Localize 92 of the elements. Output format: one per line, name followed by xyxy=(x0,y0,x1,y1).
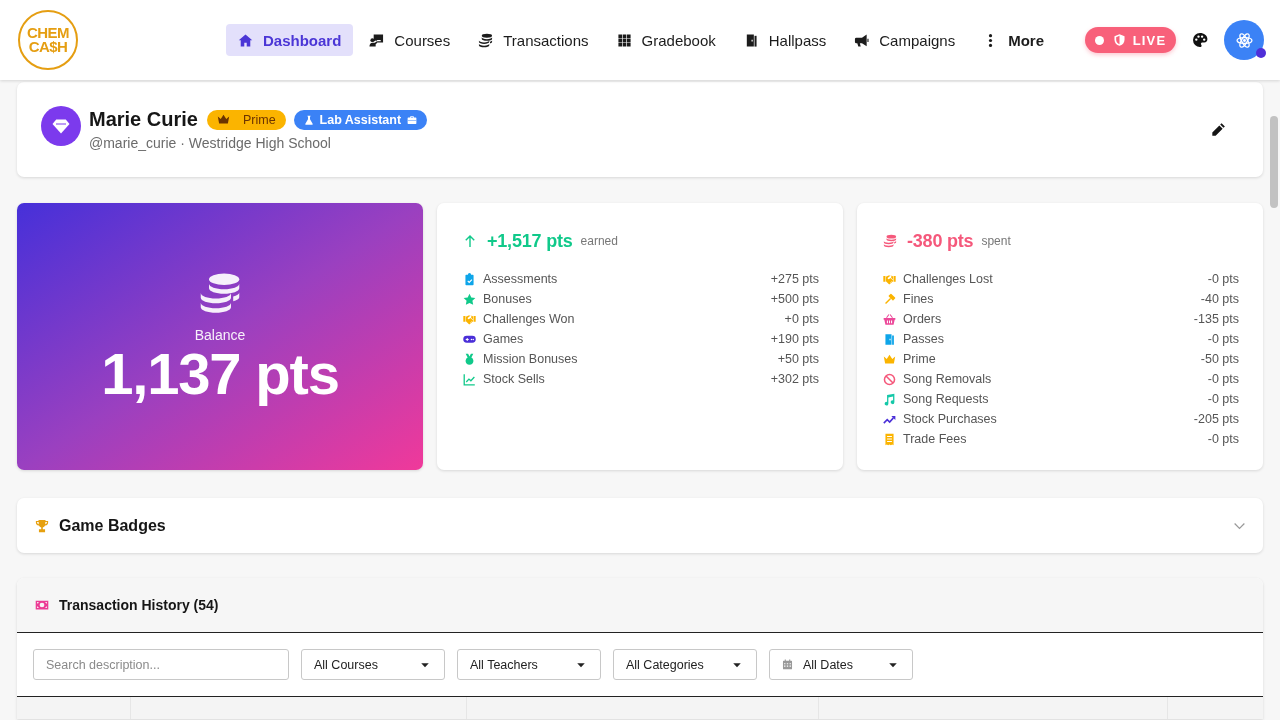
atom-icon xyxy=(1235,31,1253,49)
chalkboard-icon xyxy=(369,32,385,48)
nav-link[interactable]: Hallpass xyxy=(731,24,839,56)
points-value: -50 pts xyxy=(1200,352,1239,366)
spent-caption: spent xyxy=(981,234,1011,248)
nav-link[interactable]: Courses xyxy=(357,24,463,56)
clipboard-icon xyxy=(463,272,476,286)
earned-total: +1,517 pts xyxy=(487,230,573,252)
filter-dropdown[interactable]: All Categories xyxy=(613,649,757,680)
scrollbar-thumb[interactable] xyxy=(1270,116,1278,208)
basket-icon xyxy=(883,312,896,326)
edit-button[interactable] xyxy=(1211,121,1227,138)
balance-amount: 1,137 pts xyxy=(101,342,339,405)
coins-icon xyxy=(478,32,494,48)
prime-badge: Prime xyxy=(206,109,286,130)
door-icon xyxy=(883,332,896,346)
crown-icon xyxy=(216,113,230,126)
arrow-up-icon xyxy=(463,234,477,248)
receipt-icon xyxy=(883,432,896,446)
nav-link[interactable]: Gradebook xyxy=(604,24,728,56)
category-label: Orders xyxy=(903,312,943,326)
settings-button[interactable] xyxy=(1224,20,1264,60)
points-value: -135 pts xyxy=(1193,312,1239,326)
category-label: Challenges Lost xyxy=(903,272,994,286)
briefcase-icon xyxy=(407,114,418,125)
line-chart-icon xyxy=(463,372,476,386)
category-label: Song Removals xyxy=(903,372,993,386)
dot-icon xyxy=(1094,35,1104,45)
filter-dropdown[interactable]: All Teachers xyxy=(457,649,601,680)
category-label: Challenges Won xyxy=(483,312,576,326)
category-label: Trade Fees xyxy=(903,432,968,446)
star-icon xyxy=(463,292,476,306)
profile-name: Marie Curie xyxy=(89,108,198,131)
category-label: Fines xyxy=(903,292,935,306)
category-label: Assessments xyxy=(483,272,559,286)
pencil-icon xyxy=(1211,121,1226,137)
grid-icon xyxy=(616,32,632,48)
spent-total: -380 pts xyxy=(907,230,974,252)
nav-link[interactable]: Campaigns xyxy=(842,24,968,56)
accordion-header[interactable]: Game Badges xyxy=(17,498,1263,553)
crown-icon xyxy=(883,352,896,366)
points-value: -0 pts xyxy=(1207,432,1239,446)
date-filter-dropdown[interactable]: All Dates xyxy=(769,649,913,680)
balance-label: Balance xyxy=(194,326,246,343)
gem-avatar-icon xyxy=(41,105,81,146)
points-value: -0 pts xyxy=(1207,372,1239,386)
trophy-icon xyxy=(35,518,49,533)
role-badge: Lab Assistant xyxy=(293,109,428,130)
section-title: Game Badges xyxy=(59,516,167,535)
coins-icon xyxy=(883,234,897,248)
more-menu-button[interactable]: More xyxy=(971,24,1056,56)
section-title: Transaction History (54) xyxy=(59,597,220,613)
ban-icon xyxy=(883,372,896,386)
category-label: Mission Bonuses xyxy=(483,352,579,366)
status-dot-icon xyxy=(1256,48,1266,58)
points-value: +190 pts xyxy=(770,332,819,346)
filter-dropdown[interactable]: All Courses xyxy=(301,649,445,680)
earned-caption: earned xyxy=(580,234,618,248)
points-value: -205 pts xyxy=(1193,412,1239,426)
handshake-icon xyxy=(883,272,896,286)
gavel-icon xyxy=(883,292,896,306)
palette-icon[interactable] xyxy=(1192,32,1208,48)
points-value: +500 pts xyxy=(770,292,819,306)
nav-link[interactable]: Dashboard xyxy=(226,24,354,56)
calendar-icon xyxy=(782,659,793,670)
nav-link[interactable]: Transactions xyxy=(466,24,601,56)
points-value: -40 pts xyxy=(1200,292,1239,306)
search-field[interactable]: Search description... xyxy=(33,649,289,680)
points-value: -0 pts xyxy=(1207,272,1239,286)
medal-icon xyxy=(463,352,476,366)
points-value: +50 pts xyxy=(777,352,819,366)
points-value: +302 pts xyxy=(770,372,819,386)
category-label: Stock Purchases xyxy=(903,412,998,426)
points-value: +0 pts xyxy=(784,312,819,326)
house-icon xyxy=(238,32,253,48)
points-value: -0 pts xyxy=(1207,332,1239,346)
category-label: Passes xyxy=(903,332,945,346)
flask-icon xyxy=(303,114,314,125)
category-label: Games xyxy=(483,332,525,346)
coins-icon xyxy=(198,270,242,315)
category-label: Song Requests xyxy=(903,392,990,406)
category-label: Bonuses xyxy=(483,292,533,306)
category-label: Stock Sells xyxy=(483,372,546,386)
megaphone-icon xyxy=(854,32,870,48)
handshake-icon xyxy=(463,312,476,326)
points-value: +275 pts xyxy=(770,272,819,286)
profile-subtitle: @marie_curie · Westridge High School xyxy=(89,135,332,151)
points-value: -0 pts xyxy=(1207,392,1239,406)
money-bill-icon xyxy=(35,598,49,612)
shield-icon xyxy=(1112,33,1126,47)
music-note-icon xyxy=(883,392,896,406)
category-label: Prime xyxy=(903,352,937,366)
